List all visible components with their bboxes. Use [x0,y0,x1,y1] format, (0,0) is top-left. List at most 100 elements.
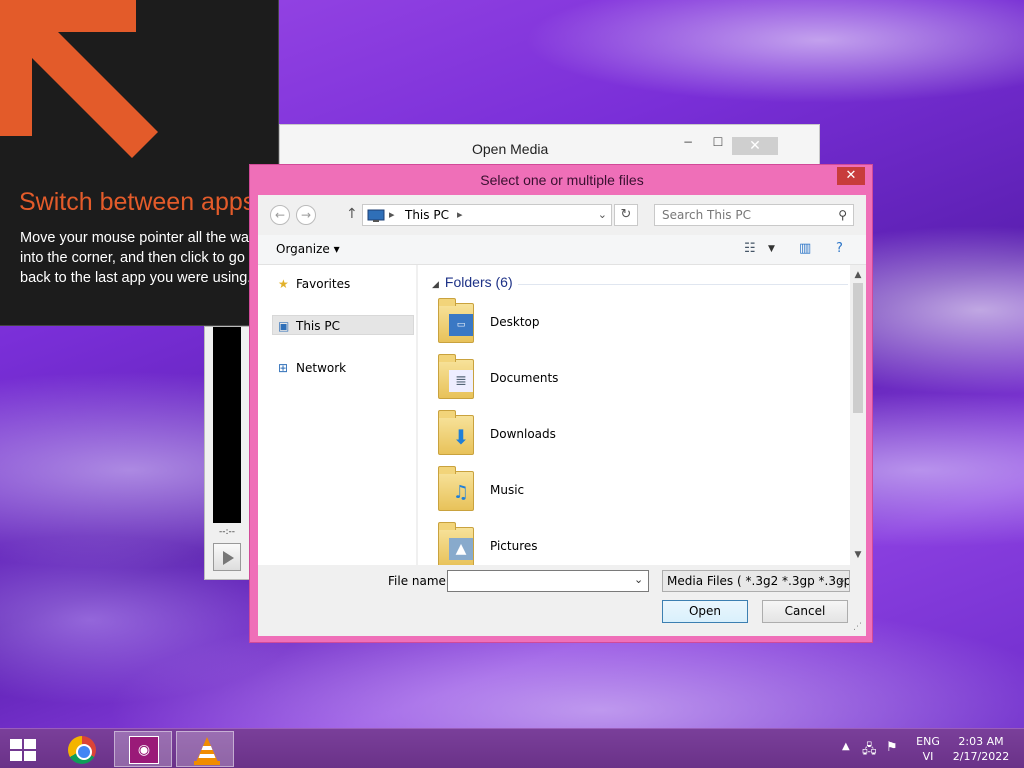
file-type-select[interactable]: Media Files ( *.3g2 *.3gp *.3gp2 [662,570,850,592]
keyboard-layout: VI [922,750,934,763]
open-media-minimize-button[interactable]: − [678,135,698,149]
file-name-input[interactable] [447,570,649,592]
nav-item-label: Favorites [296,277,351,291]
file-open-dialog: Select one or multiple files ✕ ← → ↑ ▸ T… [249,164,873,643]
dialog-body: ← → ↑ ▸ This PC ▸ ⌄ ↻ Search This PC ⚲ O… [258,195,866,636]
resize-grip-icon[interactable]: ⋰ [853,622,862,632]
star-icon: ★ [278,277,289,291]
file-type-dropdown-icon[interactable]: ⌄ [837,573,846,586]
taskbar-camera[interactable]: ◉ [114,731,172,767]
back-button[interactable]: ← [270,205,290,225]
folder-icon: ≣ [438,354,474,399]
scroll-down-icon[interactable]: ▼ [850,547,866,563]
vlc-cone-icon [194,737,220,765]
refresh-button[interactable]: ↻ [614,204,638,226]
address-location[interactable]: This PC [405,208,449,222]
forward-button[interactable]: → [296,205,316,225]
forward-arrow-icon: → [300,208,312,222]
folder-item-pictures[interactable]: ▲ Pictures [438,522,678,565]
tip-title: Switch between apps [19,188,256,216]
folder-label: Documents [490,371,559,385]
dialog-toolbar: Organize ▾ ☷ ▼ ▥ ? [258,235,866,265]
vlc-video-area [213,327,241,523]
chevron-down-icon[interactable]: ⌄ [598,208,607,221]
up-arrow-icon: ↑ [346,206,358,222]
start-button[interactable] [10,739,38,761]
change-view-icon[interactable]: ☷ [744,241,756,256]
up-button[interactable]: ↑ [346,206,358,222]
nav-item-label: This PC [296,319,340,333]
open-button[interactable]: Open [662,600,748,623]
switch-apps-tip: Switch between apps Move your mouse poin… [0,0,279,326]
nav-item-favorites[interactable]: ★ Favorites [278,277,350,291]
corner-arrow-icon [0,0,158,158]
clock-time: 2:03 AM [958,735,1004,748]
search-placeholder: Search This PC [662,208,751,222]
downloads-icon: ⬇ [452,425,470,449]
windows-logo-icon [10,739,22,749]
documents-icon: ≣ [449,370,473,392]
open-media-close-button[interactable]: ✕ [732,137,778,155]
dialog-title: Select one or multiple files [480,172,644,188]
language-indicator[interactable]: ENG VI [912,734,944,764]
help-icon[interactable]: ? [836,241,843,256]
pictures-icon: ▲ [449,538,473,560]
refresh-icon: ↻ [620,207,632,222]
network-tray-icon[interactable]: 🖧 [862,740,877,762]
cancel-button[interactable]: Cancel [762,600,848,623]
vlc-window-fragment: --:-- [204,326,252,580]
folder-icon: ⬇ [438,410,474,455]
breadcrumb-separator-icon: ▸ [389,208,395,221]
folder-label: Pictures [490,539,538,553]
breadcrumb-separator-icon: ▸ [457,208,463,221]
nav-item-network[interactable]: ⊞ Network [278,361,346,375]
computer-icon: ▣ [278,319,290,333]
search-input[interactable]: Search This PC ⚲ [654,204,854,226]
vertical-scrollbar[interactable]: ▲ ▼ [850,265,866,565]
view-options-chevron-icon[interactable]: ▼ [768,244,775,254]
show-hidden-icons-icon[interactable]: ▲ [842,741,850,752]
folder-item-music[interactable]: ♫ Music [438,466,678,515]
file-name-dropdown-icon[interactable]: ⌄ [634,573,643,586]
collapse-triangle-icon[interactable]: ◢ [432,279,439,289]
search-icon: ⚲ [838,208,847,222]
folder-icon: ▲ [438,522,474,565]
windows-logo-icon [10,751,22,761]
folder-label: Desktop [490,315,540,329]
vlc-play-button[interactable] [213,543,241,571]
windows-logo-icon [24,739,36,749]
open-media-title: Open Media [472,141,549,157]
folder-item-documents[interactable]: ≣ Documents [438,354,678,403]
folders-group-label: Folders (6) [444,274,513,290]
file-name-label: File name: [388,574,450,588]
nav-item-this-pc[interactable]: ▣ This PC [278,319,340,333]
folder-item-desktop[interactable]: ▭ Desktop [438,298,678,347]
taskbar: ◉ ▲ 🖧 ⚑ ENG VI 2:03 AM 2/17/2022 [0,728,1024,768]
taskbar-vlc[interactable] [176,731,234,767]
folder-label: Downloads [490,427,556,441]
open-media-maximize-button[interactable]: ☐ [708,135,728,149]
computer-icon [367,209,385,222]
dialog-close-button[interactable]: ✕ [837,167,865,185]
organize-button[interactable]: Organize ▾ [276,242,340,256]
system-clock[interactable]: 2:03 AM 2/17/2022 [948,734,1014,764]
preview-pane-icon[interactable]: ▥ [799,241,811,256]
folder-label: Music [490,483,525,497]
open-media-window: Open Media − ☐ ✕ [279,124,820,166]
address-bar[interactable]: ▸ This PC ▸ ⌄ [362,204,612,226]
folders-group-header[interactable]: ◢ Folders (6) [432,274,513,290]
folder-item-downloads[interactable]: ⬇ Downloads [438,410,678,459]
network-icon: ⊞ [278,361,289,375]
nav-item-label: Network [296,361,347,375]
back-arrow-icon: ← [274,208,286,222]
navigation-pane: ★ Favorites ▣ This PC ⊞ Network [258,265,416,565]
chrome-icon [68,736,96,764]
scrollbar-thumb[interactable] [853,283,863,413]
action-center-flag-icon[interactable]: ⚑ [886,740,898,755]
tip-body: Move your mouse pointer all the way into… [20,230,257,286]
language-code: ENG [916,735,940,748]
group-divider [518,284,848,285]
scroll-up-icon[interactable]: ▲ [850,267,866,283]
desktop-icon: ▭ [449,314,473,336]
taskbar-chrome[interactable] [52,731,110,767]
